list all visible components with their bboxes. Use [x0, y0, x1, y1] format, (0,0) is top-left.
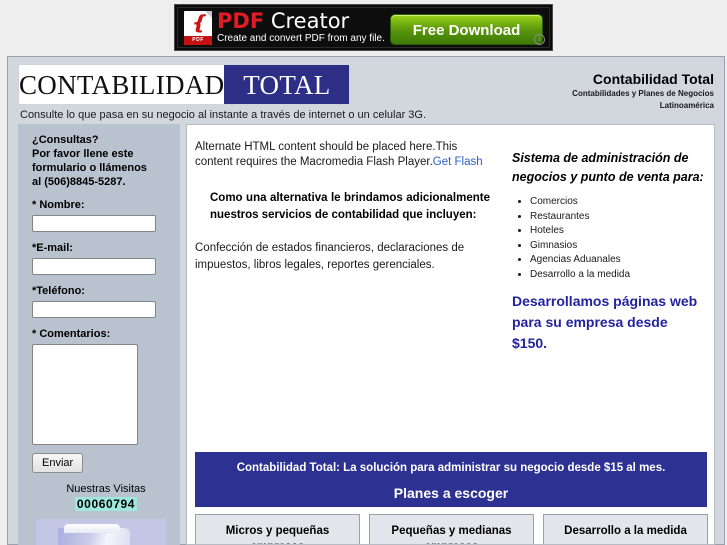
ad-subtitle: Create and convert PDF from any file. — [217, 33, 385, 44]
email-label: *E-mail: — [32, 242, 73, 254]
brand-subtitle-2: Latinoamérica — [659, 101, 714, 110]
box-lid-shape — [64, 524, 120, 533]
telefono-input[interactable] — [32, 301, 156, 318]
email-input[interactable] — [32, 258, 156, 275]
pdf-creator-ad-banner[interactable]: ❴ PDF PDF Creator Create and convert PDF… — [174, 4, 553, 51]
list-item: Desarrollo a la medida — [530, 268, 706, 283]
visitas-block: Nuestras Visitas 00060794 — [32, 482, 180, 511]
sidebar-heading-line-3: formulario o llámenos — [32, 162, 147, 174]
content-top-row: Alternate HTML content should be placed … — [187, 125, 714, 354]
web-development-promo: Desarrollamos páginas web para su empres… — [512, 293, 698, 351]
visitas-label: Nuestras Visitas — [66, 483, 146, 495]
plan-title: Pequeñas y medianas empresas — [391, 525, 512, 544]
promo-banner-line-1: Contabilidad Total: La solución para adm… — [236, 462, 666, 474]
pdf-tag-label: PDF — [184, 35, 212, 45]
brand-title: Contabilidad Total — [592, 71, 714, 87]
logo-text-contabilidad: CONTABILIDAD — [19, 69, 225, 100]
content-left-column: Alternate HTML content should be placed … — [187, 125, 499, 354]
sidebar-heading-line-2: Por favor llene este — [32, 148, 134, 160]
acrobat-glyph: ❴ — [190, 12, 206, 34]
ad-inner: ❴ PDF PDF Creator Create and convert PDF… — [177, 7, 550, 48]
services-body: Confección de estados financieros, decla… — [195, 242, 465, 271]
list-item: Gimnasios — [530, 239, 706, 254]
site-header: CONTABILIDAD TOTAL Consulte lo que pasa … — [8, 57, 724, 124]
info-icon[interactable]: i — [534, 34, 545, 45]
nombre-label: * Nombre: — [32, 199, 85, 211]
telefono-label: *Teléfono: — [32, 285, 85, 297]
list-item: Agencias Aduanales — [530, 253, 706, 268]
plan-card-micros[interactable]: Micros y pequeñas empresas Facturación d… — [195, 514, 360, 544]
brand-block: Contabilidad Total Contabilidades y Plan… — [572, 71, 714, 112]
enviar-button[interactable]: Enviar — [32, 453, 84, 473]
visitas-counter: 00060794 — [74, 497, 138, 511]
plan-card-desarrollo[interactable]: Desarrollo a la medida Facturación espec… — [543, 514, 708, 544]
sidebar-decorative-image — [36, 519, 166, 545]
page-frame: CONTABILIDAD TOTAL Consulte lo que pasa … — [7, 56, 725, 545]
nombre-input[interactable] — [32, 215, 156, 232]
pdf-file-icon: ❴ PDF — [184, 10, 212, 45]
plan-title: Desarrollo a la medida — [564, 525, 687, 537]
plans-row: Micros y pequeñas empresas Facturación d… — [195, 514, 708, 544]
list-item: Restaurantes — [530, 210, 706, 225]
flash-fallback-text: Alternate HTML content should be placed … — [195, 141, 458, 168]
system-list: Comercios Restaurantes Hoteles Gimnasios… — [512, 195, 706, 282]
system-title: Sistema de administración de negocios y … — [512, 151, 704, 184]
list-item: Comercios — [530, 195, 706, 210]
services-heading: Como una alternativa le brindamos adicio… — [210, 192, 490, 221]
sidebar-heading-line-4: al (506)8845-5287. — [32, 176, 126, 188]
comentarios-input[interactable] — [32, 344, 138, 445]
sidebar-heading-line-1: ¿Consultas? — [32, 134, 99, 146]
comentarios-label: * Comentarios: — [32, 328, 111, 340]
plan-title: Micros y pequeñas empresas — [225, 525, 330, 544]
logo-text-total: TOTAL — [243, 69, 331, 100]
ad-title-pdf: PDF — [217, 9, 265, 33]
logo-left-panel: CONTABILIDAD — [19, 65, 225, 104]
promo-banner: Contabilidad Total: La solución para adm… — [195, 452, 707, 507]
ad-text-block: PDF Creator Create and convert PDF from … — [217, 10, 385, 45]
logo-right-panel: TOTAL — [224, 65, 350, 104]
sidebar-inner: ¿Consultas? Por favor llene este formula… — [18, 124, 180, 545]
site-tagline: Consulte lo que pasa en su negocio al in… — [20, 109, 427, 121]
promo-banner-line-2: Planes a escoger — [393, 485, 509, 501]
ad-title-creator: Creator — [264, 9, 350, 33]
site-logo[interactable]: CONTABILIDAD TOTAL — [18, 64, 350, 105]
contact-form-sidebar: ¿Consultas? Por favor llene este formula… — [18, 124, 180, 545]
free-download-button[interactable]: Free Download — [390, 14, 543, 45]
ad-title: PDF Creator — [217, 10, 385, 32]
content-right-column: Sistema de administración de negocios y … — [499, 125, 714, 354]
flash-fallback-note: Alternate HTML content should be placed … — [195, 140, 491, 170]
list-item: Hoteles — [530, 224, 706, 239]
brand-subtitle-1: Contabilidades y Planes de Negocios — [572, 89, 714, 98]
main-content: Alternate HTML content should be placed … — [186, 124, 715, 545]
get-flash-link[interactable]: Get Flash — [433, 156, 483, 168]
plan-card-pequenas-medianas[interactable]: Pequeñas y medianas empresas Facturación… — [369, 514, 534, 544]
